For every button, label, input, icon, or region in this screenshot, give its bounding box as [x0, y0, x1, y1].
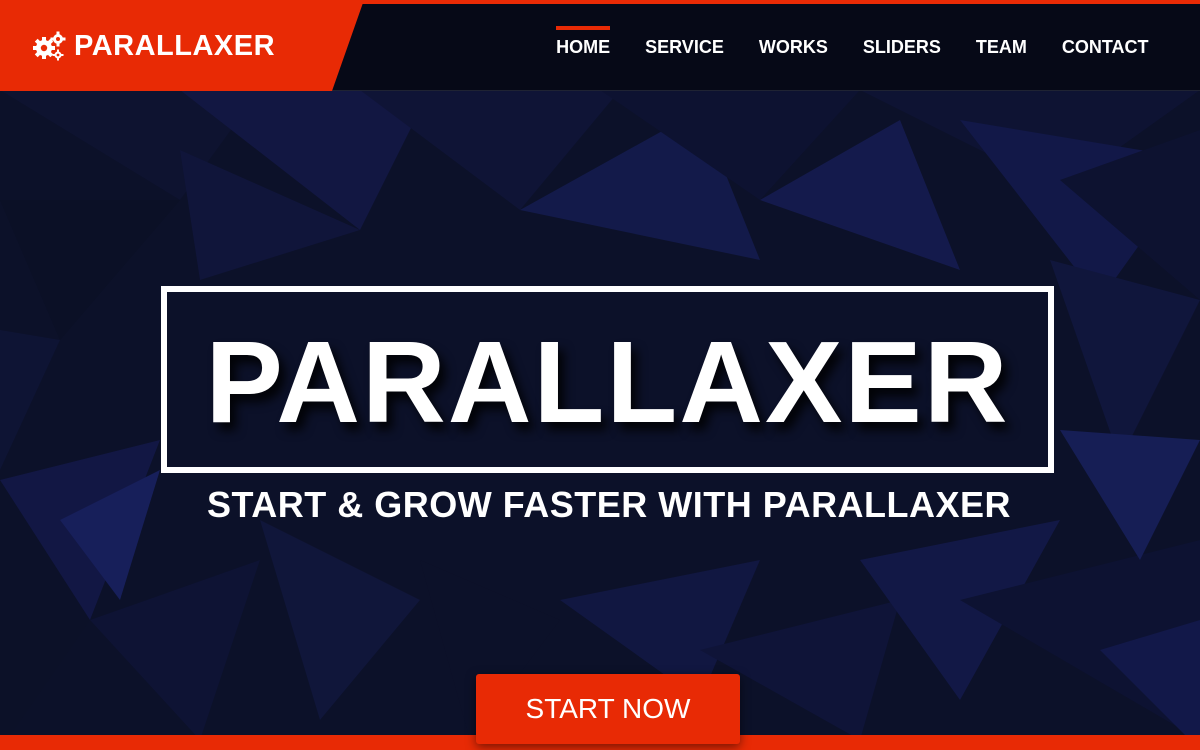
- landing-page: PARALLAXER HOME SERVICE WORKS SLIDERS TE…: [0, 0, 1200, 750]
- nav-item-works[interactable]: WORKS: [741, 4, 845, 91]
- hero-subtitle: START & GROW FASTER WITH PARALLAXER: [206, 484, 1012, 525]
- brand-logo[interactable]: PARALLAXER: [0, 0, 364, 91]
- main-navigation: HOME SERVICE WORKS SLIDERS TEAM CONTACT: [539, 4, 1166, 91]
- nav-item-service[interactable]: SERVICE: [628, 4, 742, 91]
- nav-item-home[interactable]: HOME: [539, 4, 628, 91]
- nav-item-sliders[interactable]: SLIDERS: [845, 4, 958, 91]
- brand-name: PARALLAXER: [74, 29, 276, 62]
- hero-title-frame: PARALLAXER: [161, 286, 1054, 473]
- hero-title: PARALLAXER: [205, 316, 1010, 447]
- start-now-button[interactable]: START NOW: [476, 674, 740, 744]
- nav-item-team[interactable]: TEAM: [958, 4, 1044, 91]
- gears-icon: [32, 29, 66, 63]
- nav-item-contact[interactable]: CONTACT: [1044, 4, 1166, 91]
